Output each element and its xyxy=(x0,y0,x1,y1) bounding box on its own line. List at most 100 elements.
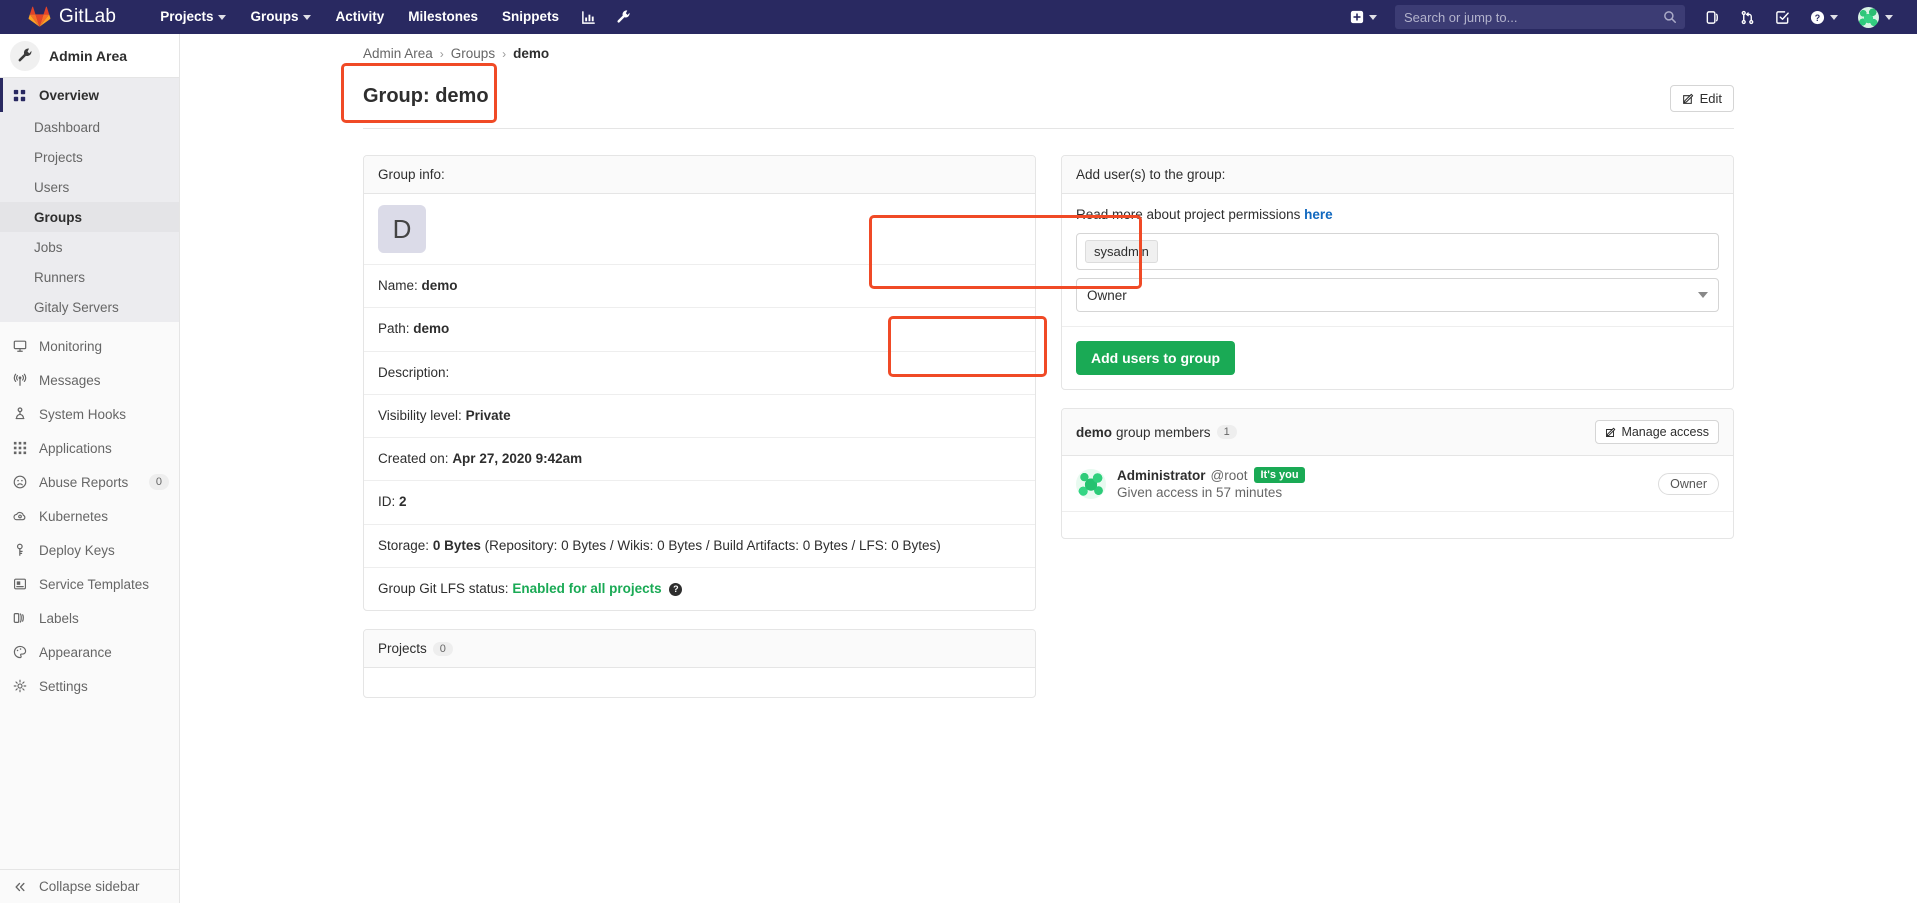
search-icon xyxy=(1664,11,1676,23)
sidebar-label-gitaly-servers: Gitaly Servers xyxy=(34,299,119,315)
sidebar-item-service-templates[interactable]: Service Templates xyxy=(0,567,179,601)
sidebar-label-service-templates: Service Templates xyxy=(39,576,150,592)
admin-wrench-icon[interactable] xyxy=(606,0,642,34)
sidebar-item-overview[interactable]: Overview xyxy=(0,78,179,112)
sidebar-item-projects[interactable]: Projects xyxy=(0,142,179,172)
group-storage-label: Storage: xyxy=(378,537,430,553)
search-input[interactable] xyxy=(1395,5,1685,29)
group-name-row: Name: demo xyxy=(364,265,1035,309)
collapse-sidebar-button[interactable]: Collapse sidebar xyxy=(0,869,179,903)
member-handle: @root xyxy=(1210,467,1248,483)
wrench-icon xyxy=(18,48,31,62)
sidebar-item-jobs[interactable]: Jobs xyxy=(0,232,179,262)
sidebar-label-kubernetes: Kubernetes xyxy=(39,508,109,524)
sidebar-item-groups[interactable]: Groups xyxy=(0,202,179,232)
projects-card-header: Projects 0 xyxy=(364,630,1035,668)
key-icon xyxy=(13,543,31,557)
breadcrumb: Admin Area › Groups › demo xyxy=(180,34,1917,61)
sidebar-item-kubernetes[interactable]: Kubernetes xyxy=(0,499,179,533)
sidebar-label-jobs: Jobs xyxy=(34,239,63,255)
permissions-help-text: Read more about project permissions xyxy=(1076,207,1301,222)
topnav-label-projects: Projects xyxy=(160,9,214,24)
chevron-down-icon xyxy=(1830,14,1838,20)
member-name: Administrator xyxy=(1117,467,1206,483)
user-menu[interactable] xyxy=(1848,0,1903,34)
breadcrumb-admin-area[interactable]: Admin Area xyxy=(363,46,433,61)
content-columns: Group info: D Name: demo Path: demo Desc… xyxy=(363,155,1734,716)
left-column: Group info: D Name: demo Path: demo Desc… xyxy=(363,155,1036,716)
group-visibility-label: Visibility level: xyxy=(378,407,462,423)
group-visibility-row: Visibility level: Private xyxy=(364,395,1035,438)
right-column: Add user(s) to the group: Read more abou… xyxy=(1061,155,1734,716)
analytics-chart-icon[interactable] xyxy=(571,0,606,34)
topnav-label-groups: Groups xyxy=(250,9,299,24)
add-users-footer: Add users to group xyxy=(1062,326,1733,389)
sidebar-context-title: Admin Area xyxy=(49,47,128,64)
sidebar-context-header[interactable]: Admin Area xyxy=(0,34,179,78)
group-id-row: ID: 2 xyxy=(364,481,1035,525)
group-created-label: Created on: xyxy=(378,451,449,466)
sidebar-label-system-hooks: System Hooks xyxy=(39,406,127,422)
admin-sidebar: Admin Area Overview Dashboard Projects U… xyxy=(0,34,180,903)
group-lfs-label: Group Git LFS status: xyxy=(378,580,509,596)
user-token-sysadmin[interactable]: sysadmin xyxy=(1085,240,1158,263)
merge-requests-icon[interactable] xyxy=(1730,0,1765,34)
projects-card: Projects 0 xyxy=(363,629,1036,698)
sidebar-item-users[interactable]: Users xyxy=(0,172,179,202)
collapse-sidebar-label: Collapse sidebar xyxy=(39,879,140,894)
sidebar-item-labels[interactable]: Labels xyxy=(0,601,179,635)
permissions-help-link[interactable]: here xyxy=(1304,207,1333,222)
sidebar-item-deploy-keys[interactable]: Deploy Keys xyxy=(0,533,179,567)
sidebar-item-gitaly-servers[interactable]: Gitaly Servers xyxy=(0,292,179,322)
gitlab-logo[interactable]: GitLab xyxy=(28,6,116,28)
topnav-item-milestones[interactable]: Milestones xyxy=(396,0,490,34)
labels-icon xyxy=(13,611,31,625)
access-level-select[interactable]: Owner xyxy=(1076,278,1719,312)
issues-icon[interactable] xyxy=(1695,0,1730,34)
topnav-item-activity[interactable]: Activity xyxy=(323,0,396,34)
help-question-icon[interactable]: ? xyxy=(669,583,683,596)
table-row[interactable]: Administrator @root It's you Given acces… xyxy=(1062,456,1733,512)
access-level-value: Owner xyxy=(1087,287,1127,303)
sad-face-icon xyxy=(13,475,31,489)
chevron-down-icon xyxy=(218,14,227,20)
group-id-value: 2 xyxy=(399,494,407,510)
help-menu[interactable]: ? xyxy=(1800,0,1848,34)
sidebar-item-appearance[interactable]: Appearance xyxy=(0,635,179,669)
chevron-down-icon xyxy=(1698,292,1708,298)
group-visibility-value: Private xyxy=(465,407,511,423)
overview-grid-icon xyxy=(13,89,31,102)
sidebar-item-dashboard[interactable]: Dashboard xyxy=(0,112,179,142)
apps-grid-icon xyxy=(13,441,31,455)
sidebar-label-deploy-keys: Deploy Keys xyxy=(39,542,115,558)
sidebar-overview-group: Overview Dashboard Projects Users Groups… xyxy=(0,78,179,322)
topnav-item-groups[interactable]: Groups xyxy=(238,0,323,34)
sidebar-item-messages[interactable]: Messages xyxy=(0,363,179,397)
group-created-row: Created on: Apr 27, 2020 9:42am xyxy=(364,438,1035,482)
sidebar-item-runners[interactable]: Runners xyxy=(0,262,179,292)
sidebar-item-applications[interactable]: Applications xyxy=(0,431,179,465)
sidebar-item-monitoring[interactable]: Monitoring xyxy=(0,329,179,363)
new-item-button[interactable] xyxy=(1342,10,1385,24)
gitlab-tanuki-icon xyxy=(28,6,51,27)
edit-button[interactable]: Edit xyxy=(1669,85,1734,112)
sidebar-item-abuse-reports[interactable]: Abuse Reports 0 xyxy=(0,465,179,499)
sidebar-item-settings[interactable]: Settings xyxy=(0,669,179,703)
sidebar-item-system-hooks[interactable]: System Hooks xyxy=(0,397,179,431)
manage-access-button[interactable]: Manage access xyxy=(1595,420,1719,444)
chevron-down-icon xyxy=(1369,14,1377,20)
todos-icon[interactable] xyxy=(1765,0,1800,34)
member-details: Administrator @root It's you Given acces… xyxy=(1117,467,1305,500)
palette-icon xyxy=(13,645,31,659)
user-search-input[interactable]: sysadmin xyxy=(1076,233,1719,270)
sidebar-label-monitoring: Monitoring xyxy=(39,338,103,354)
chevron-down-icon xyxy=(1885,14,1893,20)
add-users-to-group-button[interactable]: Add users to group xyxy=(1076,341,1236,375)
breadcrumb-groups[interactable]: Groups xyxy=(451,46,495,61)
topnav-item-snippets[interactable]: Snippets xyxy=(490,0,571,34)
group-info-header-label: Group info: xyxy=(378,167,445,182)
members-title-rest: group members xyxy=(1116,424,1211,440)
global-search[interactable] xyxy=(1395,5,1685,29)
topnav-item-projects[interactable]: Projects xyxy=(148,0,238,34)
group-avatar: D xyxy=(378,205,426,253)
